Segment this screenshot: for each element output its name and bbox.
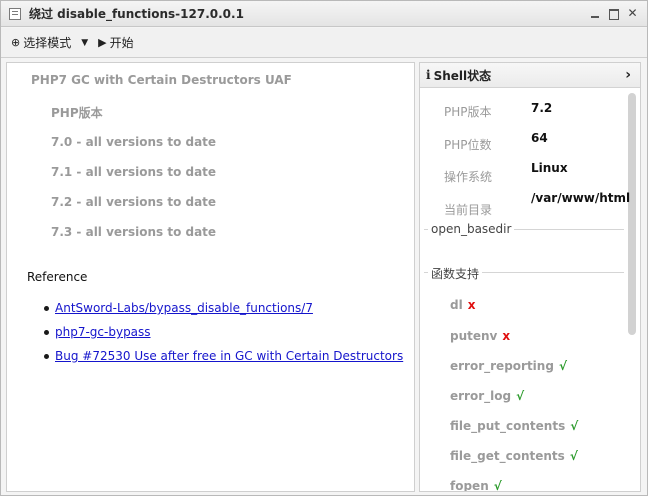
exploit-info-panel: PHP7 GC with Certain Destructors UAF PHP…	[6, 62, 415, 492]
chevron-down-icon: ▼	[81, 37, 89, 48]
open-basedir-legend: open_basedir	[428, 222, 515, 236]
window: 绕过 disable_functions-127.0.0.1 ✕ ⊕ 选择模式 …	[0, 0, 648, 496]
function-item: putenv x	[450, 329, 510, 343]
plus-circle-icon: ⊕	[11, 36, 21, 49]
function-item: file_get_contents √	[450, 449, 578, 463]
minimize-button[interactable]	[586, 5, 603, 22]
window-app-icon	[9, 7, 21, 20]
function-name: file_get_contents	[450, 449, 565, 463]
function-item: fopen √	[450, 479, 502, 492]
reference-link-php7-gc-bypass[interactable]: php7-gc-bypass	[55, 325, 151, 339]
os-label: 操作系统	[444, 170, 493, 184]
toolbar: ⊕ 选择模式 ▼ ▶ 开始	[1, 28, 647, 58]
exploit-title: PHP7 GC with Certain Destructors UAF	[31, 73, 292, 87]
shell-status-title: Shell状态	[433, 68, 492, 83]
function-name: error_reporting	[450, 359, 554, 373]
version-item: 7.2 - all versions to date	[51, 195, 217, 209]
version-item: 7.0 - all versions to date	[51, 135, 217, 149]
start-label: 开始	[109, 36, 134, 50]
php-version-label: PHP版本	[444, 105, 492, 119]
function-name: fopen	[450, 479, 489, 492]
check-icon: √	[493, 479, 502, 492]
chevron-right-icon[interactable]: ›	[625, 67, 631, 83]
select-mode-label: 选择模式	[23, 36, 72, 50]
reference-link-bug-72530[interactable]: Bug #72530 Use after free in GC with Cer…	[55, 349, 403, 363]
cross-icon: x	[502, 329, 511, 343]
reference-item: php7-gc-bypass	[43, 324, 403, 348]
window-title: 绕过 disable_functions-127.0.0.1	[29, 7, 244, 21]
function-name: putenv	[450, 329, 498, 343]
shell-status-panel: i Shell状态 › PHP版本 7.2 PHP位数 64 操作系统 Linu…	[419, 62, 641, 492]
window-controls: ✕	[586, 5, 641, 22]
function-support-group: 函数支持	[424, 265, 624, 282]
php-bits-value: 64	[531, 131, 548, 145]
reference-item: Bug #72530 Use after free in GC with Cer…	[43, 348, 403, 372]
start-button[interactable]: ▶ 开始	[98, 34, 133, 51]
function-name: file_put_contents	[450, 419, 566, 433]
function-name: error_log	[450, 389, 512, 403]
current-dir-label: 当前目录	[444, 203, 493, 217]
shell-status-header: i Shell状态 ›	[420, 63, 640, 88]
php-bits-label: PHP位数	[444, 138, 492, 152]
check-icon: √	[558, 359, 567, 373]
php-version-heading: PHP版本	[51, 106, 103, 120]
close-button[interactable]: ✕	[624, 5, 641, 22]
maximize-button[interactable]	[605, 5, 622, 22]
scrollbar[interactable]	[628, 93, 636, 335]
function-name: dl	[450, 298, 463, 312]
select-mode-dropdown[interactable]: ⊕ 选择模式 ▼	[11, 34, 88, 51]
current-dir-value: /var/www/html	[531, 191, 631, 205]
check-icon: √	[516, 389, 525, 403]
reference-heading: Reference	[27, 270, 88, 284]
cross-icon: x	[467, 298, 476, 312]
info-icon: i	[426, 68, 431, 82]
php-version-value: 7.2	[531, 101, 553, 115]
reference-link-antsword-labs[interactable]: AntSword-Labs/bypass_disable_functions/7	[55, 301, 313, 315]
title-bar: 绕过 disable_functions-127.0.0.1 ✕	[1, 1, 647, 27]
function-item: file_put_contents √	[450, 419, 578, 433]
function-item: dl x	[450, 298, 475, 312]
reference-list: AntSword-Labs/bypass_disable_functions/7…	[43, 300, 403, 372]
check-icon: √	[570, 419, 579, 433]
function-item: error_log √	[450, 389, 524, 403]
version-item: 7.1 - all versions to date	[51, 165, 217, 179]
version-item: 7.3 - all versions to date	[51, 225, 217, 239]
play-icon: ▶	[98, 36, 107, 49]
function-support-legend: 函数支持	[428, 265, 483, 282]
reference-item: AntSword-Labs/bypass_disable_functions/7	[43, 300, 403, 324]
check-icon: √	[569, 449, 578, 463]
function-item: error_reporting √	[450, 359, 567, 373]
open-basedir-group: open_basedir	[424, 222, 624, 236]
os-value: Linux	[531, 161, 568, 175]
